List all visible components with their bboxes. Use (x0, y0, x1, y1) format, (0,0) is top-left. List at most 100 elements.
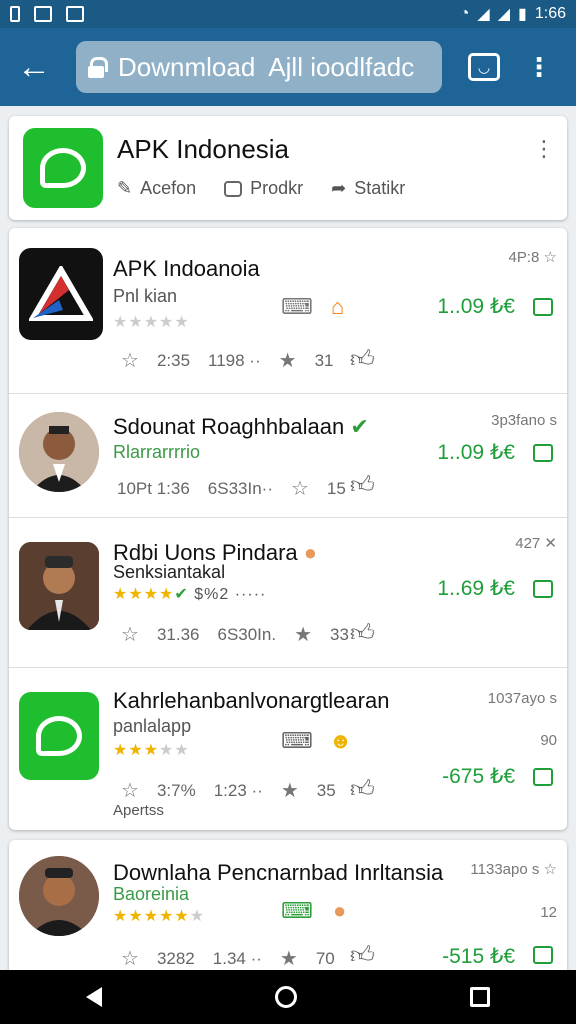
item-price: 1..09 ₺€ (437, 295, 515, 318)
link-icon: ✎ (117, 178, 133, 198)
star-outline-icon: ☆ (121, 948, 139, 970)
item-price: -675 ₺€ (442, 765, 515, 788)
signal-icon: ◢ (477, 6, 490, 23)
nav-recents-icon[interactable] (469, 987, 490, 1007)
item-right-label: 427 ✕ (515, 535, 557, 552)
action-prodkr[interactable]: Prodkr (224, 178, 303, 199)
list-item[interactable]: Kahrlehanbanlvonargtlearan panlalapp ★★★… (9, 668, 567, 830)
chat-icon[interactable] (533, 768, 553, 786)
app-list-card: APK Indoanoia Pnl kian ★★★★★ ⌨ ⌂ 4P:8 ☆ … (9, 228, 567, 830)
list-item[interactable]: Rdbi Uons Pindara ● Senksiantakal ★★★★✔ … (9, 518, 567, 668)
home-icon: ⌂ (331, 294, 345, 319)
item-right-label: 3p3fano s (491, 412, 557, 429)
apk-logo-icon (29, 266, 93, 321)
app-icon-apk (19, 248, 103, 340)
item-title: Downlaha Pencnarnbad Inrltansia (113, 860, 444, 885)
comment-icon (224, 180, 243, 197)
status-time: 1:66 (534, 5, 566, 22)
star-outline-icon: ☆ (290, 478, 309, 500)
avatar (19, 542, 99, 630)
item-right-label: 1133apo s ☆ (470, 861, 557, 878)
action-statikr[interactable]: ➦ Statikr (331, 178, 405, 199)
gamepad-icon: ⌨ (281, 898, 313, 923)
signal-icon-2: ◢ (497, 6, 511, 23)
person-avatar-icon (19, 412, 99, 492)
app-icon-chat (19, 692, 99, 780)
person-avatar-icon (19, 856, 99, 936)
chat-icon[interactable] (533, 444, 553, 462)
rating-stars: ★★★★✔ $%2 ····· (113, 586, 267, 603)
rating-stars: ★★★★★ (113, 742, 190, 759)
thumbs-up-icon[interactable]: 👍︎ (350, 942, 375, 970)
item-price: 1..09 ₺€ (437, 441, 515, 464)
location-pin-icon: ● (303, 540, 318, 565)
gamepad-icon: ⌨ (281, 294, 313, 319)
thumbs-up-icon[interactable]: 👍︎ (350, 472, 375, 500)
item-subtitle: panlalapp (113, 716, 192, 736)
flame-icon: ● (333, 898, 347, 923)
item-right-label-2: 12 (540, 904, 557, 921)
battery-icon: ▮ (518, 6, 527, 23)
system-nav-bar (0, 970, 576, 1024)
person-avatar-icon (19, 542, 99, 630)
nav-home-icon[interactable] (274, 986, 297, 1008)
app-logo (23, 128, 103, 208)
image-icon (34, 6, 52, 22)
wifi-icon: ◔ (459, 5, 470, 22)
app-header-card: APK Indonesia ✎ Acefon Prodkr ➦ Statikr ⋮ (9, 116, 567, 220)
list-item-card[interactable]: Downlaha Pencnarnbad Inrltansia Baoreini… (9, 840, 567, 990)
card-menu-icon[interactable]: ⋮ (533, 138, 555, 160)
item-right-label: 1037ayo s (487, 690, 557, 707)
list-item[interactable]: Sdounat Roaghhbalaan ✔ Rlarrarrrrio 3p3f… (9, 394, 567, 518)
chat-bubble-icon (36, 716, 82, 756)
avatar (19, 856, 99, 936)
share-icon: ➦ (331, 178, 347, 198)
item-meta: ☆ 3282 1.34 ·· ★ 70 (121, 948, 335, 970)
rating-stars: ★★★★★ (113, 314, 190, 331)
back-arrow-icon[interactable]: ← (12, 45, 56, 89)
item-subtitle: Pnl kian (113, 286, 178, 306)
item-subtitle: Baoreinia (113, 884, 190, 904)
browser-toolbar: ← Downmload ⁣ Ajll ioodlfadc ◡ ⋮ (0, 28, 576, 106)
star-outline-icon: ☆ (121, 624, 139, 646)
chat-icon[interactable] (533, 580, 553, 598)
star-icon: ★ (278, 350, 297, 372)
item-price: -515 ₺€ (442, 945, 515, 968)
item-title: Sdounat Roaghhbalaan ✔ (113, 414, 369, 439)
chat-icon[interactable] (533, 298, 553, 316)
thumbs-up-icon[interactable]: 👍︎ (350, 346, 375, 374)
star-outline-icon: ☆ (121, 350, 139, 372)
item-price: 1..69 ₺€ (437, 577, 515, 600)
item-meta: ☆ 2:35 1198 ·· ★ 31 (121, 350, 334, 372)
avatar (19, 412, 99, 492)
star-outline-icon: ☆ (121, 780, 139, 802)
thumbs-up-icon[interactable]: 👍︎ (350, 620, 375, 648)
item-title: Kahrlehanbanlvonargtlearan (113, 688, 390, 713)
status-bar: ◔ ◢ ◢ ▮ 1:66 (0, 0, 576, 28)
emoji-icon: ☻ (329, 728, 353, 753)
app-actions: ✎ Acefon Prodkr ➦ Statikr (117, 178, 405, 199)
list-item[interactable]: APK Indoanoia Pnl kian ★★★★★ ⌨ ⌂ 4P:8 ☆ … (9, 228, 567, 394)
nav-back-icon[interactable] (86, 987, 103, 1007)
app-title: APK Indonesia (117, 134, 290, 164)
item-subtitle: Senksiantakal (113, 562, 226, 582)
url-bar[interactable]: Downmload ⁣ Ajll ioodlfadc (76, 41, 442, 93)
item-right-label: 4P:8 ☆ (508, 249, 557, 266)
action-acefon[interactable]: ✎ Acefon (117, 178, 196, 199)
chat-bubble-icon (40, 148, 86, 188)
item-right-label-2: 90 (540, 732, 557, 749)
rating-stars: ★★★★★★ (113, 908, 206, 925)
item-subtitle: Rlarrarrrrio (113, 442, 200, 462)
overflow-menu-icon[interactable]: ⋮ (526, 54, 552, 80)
sim-icon (10, 6, 20, 22)
gamepad-icon: ⌨ (281, 728, 313, 753)
message-icon (66, 6, 84, 22)
star-icon: ★ (280, 780, 299, 802)
url-text: Downmload ⁣ Ajll ioodlfadc (118, 51, 415, 82)
star-icon: ★ (294, 624, 313, 646)
item-meta: 10Pt 1:36 6S33In·· ☆ 15 (117, 478, 346, 500)
chat-icon[interactable] (533, 946, 553, 964)
thumbs-up-icon[interactable]: 👍︎ (350, 776, 375, 804)
verified-icon: ✔ (350, 414, 369, 439)
tabs-button[interactable]: ◡ (468, 53, 500, 81)
